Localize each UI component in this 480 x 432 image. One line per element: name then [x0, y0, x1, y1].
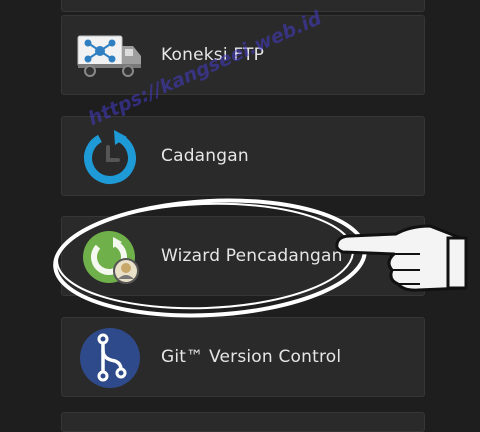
- tile-backup[interactable]: Cadangan: [61, 116, 425, 196]
- tool-list: Koneksi FTP Cadangan Wizard Pencadangan: [0, 0, 480, 432]
- tile-backup-wizard[interactable]: Wizard Pencadangan: [61, 216, 425, 296]
- tile-git-version-control[interactable]: Git™ Version Control: [61, 317, 425, 397]
- ftp-truck-icon: [76, 30, 144, 82]
- next-tile[interactable]: [61, 412, 425, 432]
- tile-label: Koneksi FTP: [161, 45, 265, 65]
- tile-ftp-connection[interactable]: Koneksi FTP: [61, 15, 425, 95]
- backup-wizard-icon: [76, 231, 144, 284]
- previous-tile[interactable]: [61, 0, 425, 12]
- git-branch-icon: [76, 328, 144, 388]
- tile-label: Git™ Version Control: [161, 347, 342, 367]
- tile-label: Wizard Pencadangan: [161, 246, 343, 266]
- tile-label: Cadangan: [161, 146, 249, 166]
- backup-clock-icon: [76, 130, 144, 184]
